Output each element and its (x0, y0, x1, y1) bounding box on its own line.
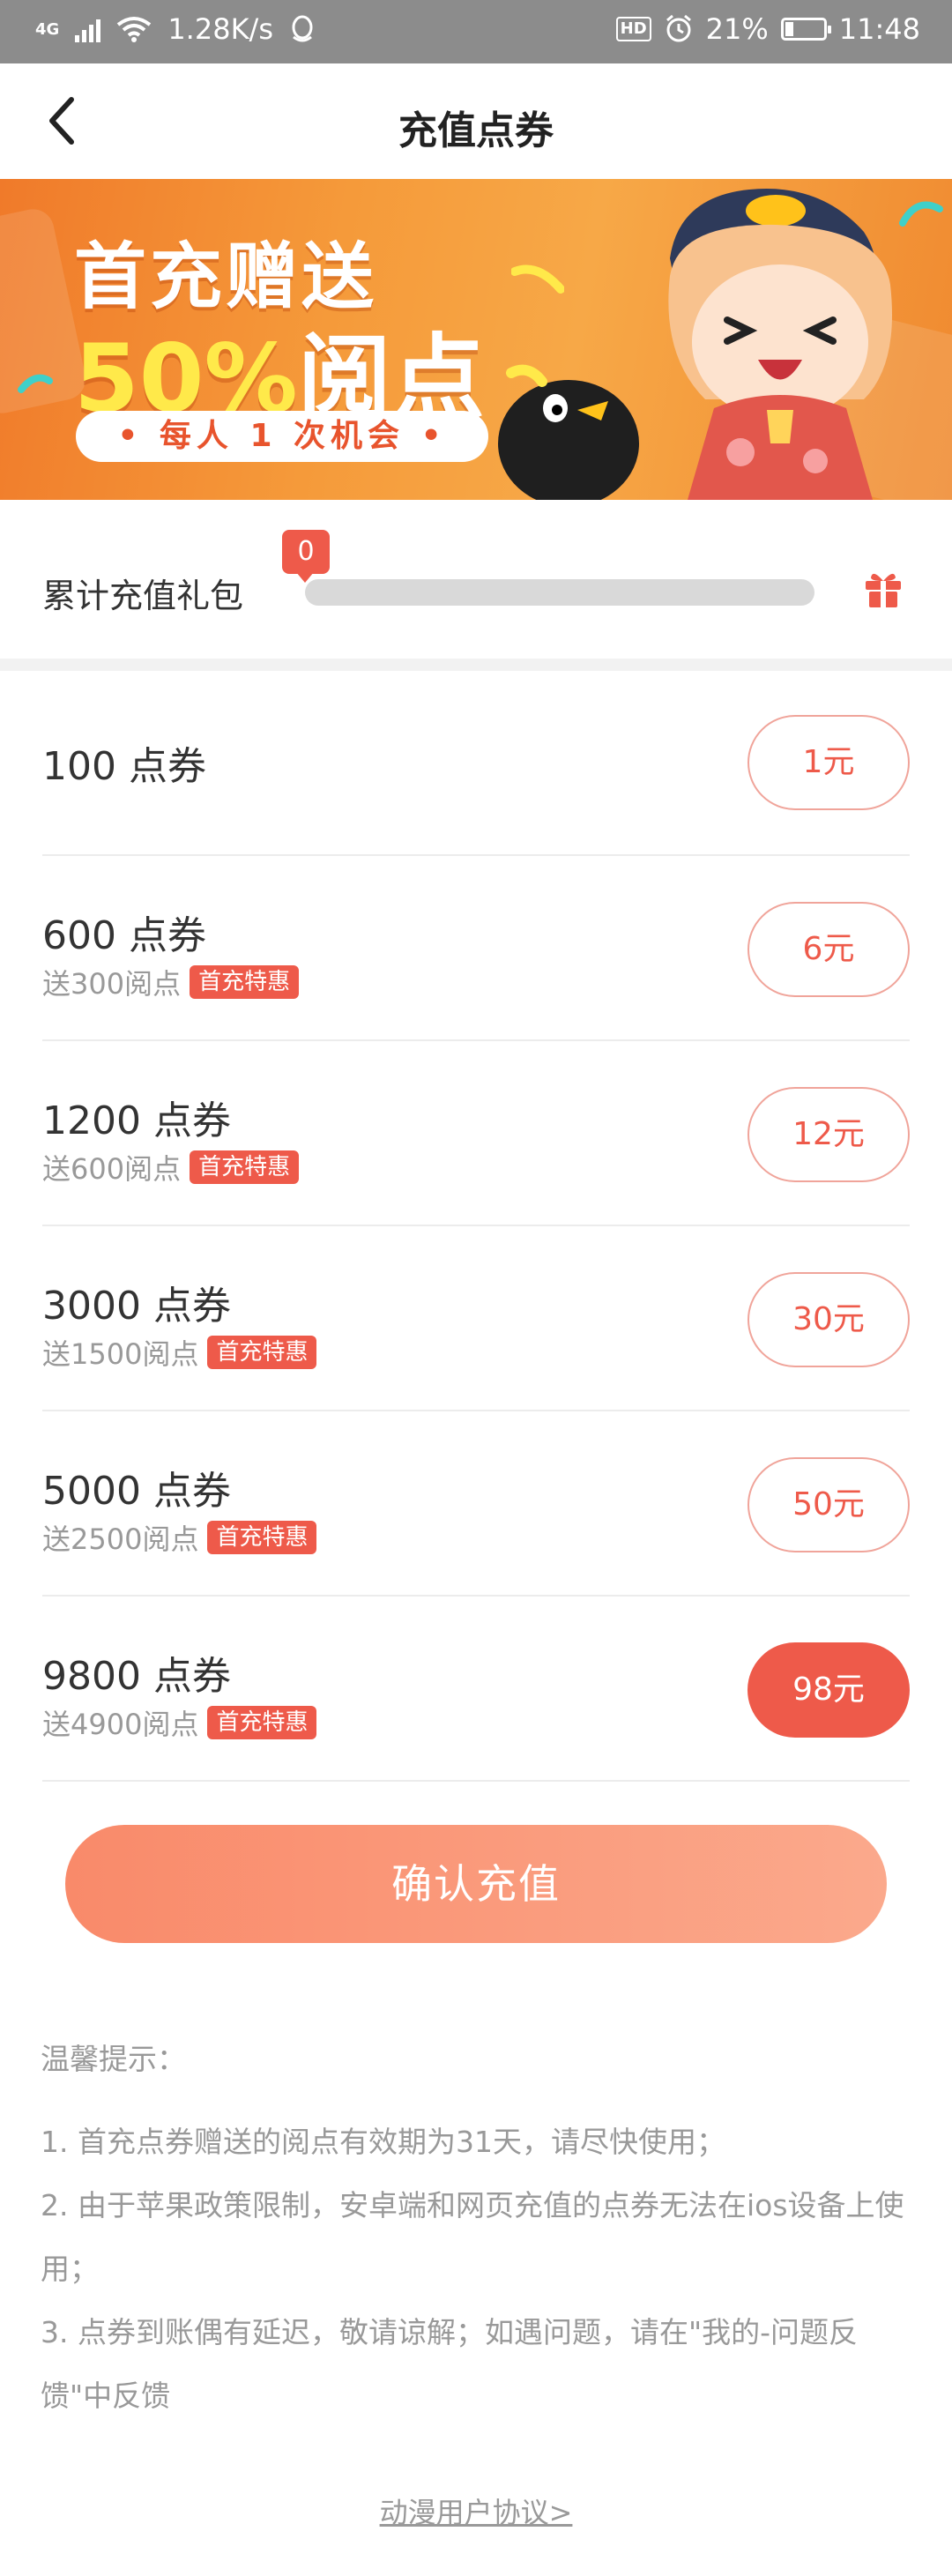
option-title: 1200 点券 (42, 1098, 231, 1143)
banner-offer-pill: • 每人 1 次机会 • (76, 411, 488, 462)
confetti-icon (18, 374, 53, 393)
first-recharge-badge: 首充特惠 (190, 1150, 300, 1184)
option-bonus-row: 送4900阅点 首充特惠 (42, 1702, 317, 1743)
price-button[interactable]: 50元 (747, 1457, 910, 1552)
first-recharge-badge: 首充特惠 (207, 1521, 317, 1554)
hd-icon: HD (615, 17, 651, 41)
network-type: 4G (35, 19, 60, 39)
section-divider (0, 659, 952, 671)
option-bonus-row: 送2500阅点 首充特惠 (42, 1517, 317, 1558)
option-title: 5000 点券 (42, 1469, 231, 1514)
tip-item: 3. 点券到账偶有延迟，敬请谅解；如遇问题，请在"我的-问题反馈"中反馈 (41, 2315, 859, 2413)
gift-icon[interactable] (862, 567, 904, 609)
option-bonus-row: 送1500阅点 首充特惠 (42, 1332, 317, 1373)
gift-count-badge: 0 (282, 530, 330, 583)
option-bonus: 送600阅点 (42, 1152, 182, 1186)
price-button[interactable]: 6元 (747, 902, 910, 997)
option-title: 100 点券 (42, 744, 206, 789)
recharge-option[interactable]: 9800 点券 送4900阅点 首充特惠 98元 (42, 1597, 910, 1782)
price-button[interactable]: 1元 (747, 715, 910, 810)
recharge-option[interactable]: 5000 点券 送2500阅点 首充特惠 50元 (42, 1411, 910, 1597)
battery-percent: 21% (705, 12, 769, 46)
recharge-option[interactable]: 1200 点券 送600阅点 首充特惠 12元 (42, 1041, 910, 1226)
option-bonus-row: 送600阅点 首充特惠 (42, 1147, 300, 1187)
nav-bar: 充值点券 (0, 63, 952, 178)
recharge-option[interactable]: 600 点券 送300阅点 首充特惠 6元 (42, 856, 910, 1041)
gift-label: 累计充值礼包 (42, 577, 244, 615)
option-bonus: 送2500阅点 (42, 1523, 199, 1556)
gift-progress-bar (305, 579, 814, 606)
option-title: 600 点券 (42, 913, 206, 958)
user-agreement-link[interactable]: 动漫用户协议> (0, 2490, 952, 2531)
option-bonus: 送1500阅点 (42, 1337, 199, 1371)
tips-heading: 温馨提示： (41, 2042, 186, 2076)
price-button-selected[interactable]: 98元 (747, 1642, 910, 1738)
cumulative-gift-section[interactable]: 累计充值礼包 0 (0, 500, 952, 659)
wifi-icon (117, 17, 152, 42)
option-bonus: 送300阅点 (42, 967, 182, 1001)
network-speed: 1.28K/s (167, 12, 273, 46)
signal-icon (75, 16, 101, 42)
anime-character-icon (668, 189, 892, 500)
qq-icon (292, 15, 313, 42)
confetti-icon (511, 264, 564, 294)
option-bonus: 送4900阅点 (42, 1708, 199, 1741)
recharge-option[interactable]: 100 点券 1元 (42, 671, 910, 856)
alarm-icon (666, 14, 691, 42)
promo-banner[interactable]: 首充赠送 50%阅点 • 每人 1 次机会 • (0, 179, 952, 500)
tip-item: 2. 由于苹果政策限制，安卓端和网页充值的点券无法在ios设备上使用； (41, 2188, 904, 2286)
price-button[interactable]: 30元 (747, 1272, 910, 1367)
option-bonus-row: 送300阅点 首充特惠 (42, 962, 300, 1002)
price-button[interactable]: 12元 (747, 1087, 910, 1182)
page-title: 充值点券 (398, 108, 554, 153)
tips-section: 温馨提示： 1. 首充点券赠送的阅点有效期为31天，请尽快使用； 2. 由于苹果… (41, 2028, 913, 2428)
first-recharge-badge: 首充特惠 (207, 1706, 317, 1739)
recharge-option[interactable]: 3000 点券 送1500阅点 首充特惠 30元 (42, 1226, 910, 1411)
option-title: 9800 点券 (42, 1654, 231, 1699)
tip-item: 1. 首充点券赠送的阅点有效期为31天，请尽快使用； (41, 2125, 725, 2159)
status-bar: 4G 1.28K/s HD 21% 11:48 (0, 0, 952, 63)
clock: 11:48 (838, 12, 920, 46)
first-recharge-badge: 首充特惠 (190, 965, 300, 999)
battery-icon (780, 18, 831, 41)
first-recharge-badge: 首充特惠 (207, 1336, 317, 1369)
recharge-options: 100 点券 1元 600 点券 送300阅点 首充特惠 6元 1200 点券 … (42, 671, 910, 1782)
confirm-recharge-button[interactable]: 确认充值 (65, 1825, 887, 1943)
option-title: 3000 点券 (42, 1284, 231, 1329)
